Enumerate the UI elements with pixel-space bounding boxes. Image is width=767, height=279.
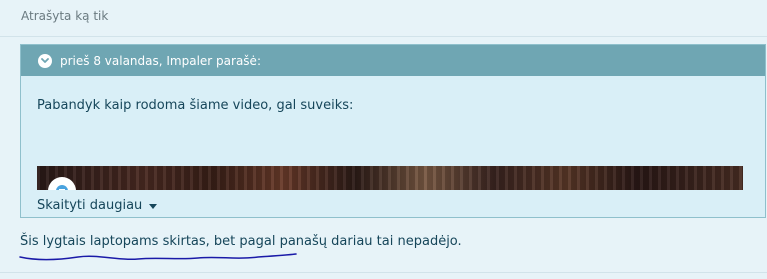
handwritten-underline-annotation	[19, 253, 297, 261]
video-thumbnail-texture	[37, 166, 743, 190]
divider-top	[0, 36, 767, 37]
chevron-down-circle-icon[interactable]	[38, 53, 52, 68]
post-meta: Atrašyta ką tik	[21, 9, 109, 23]
divider-bottom	[0, 272, 767, 273]
quote-attribution: prieš 8 valandas, Impaler parašė:	[60, 53, 261, 68]
read-more-button[interactable]: Skaityti daugiau	[36, 193, 743, 217]
reply-text: Šis lygtais laptopams skirtas, bet pagal…	[20, 234, 462, 249]
read-more-label: Skaityti daugiau	[37, 197, 143, 213]
caret-down-icon	[149, 203, 158, 209]
quote-block: prieš 8 valandas, Impaler parašė: Paband…	[20, 44, 766, 218]
quote-header[interactable]: prieš 8 valandas, Impaler parašė:	[21, 45, 765, 76]
quote-body-text: Pabandyk kaip rodoma šiame video, gal su…	[37, 98, 354, 113]
video-thumbnail[interactable]	[37, 166, 743, 190]
